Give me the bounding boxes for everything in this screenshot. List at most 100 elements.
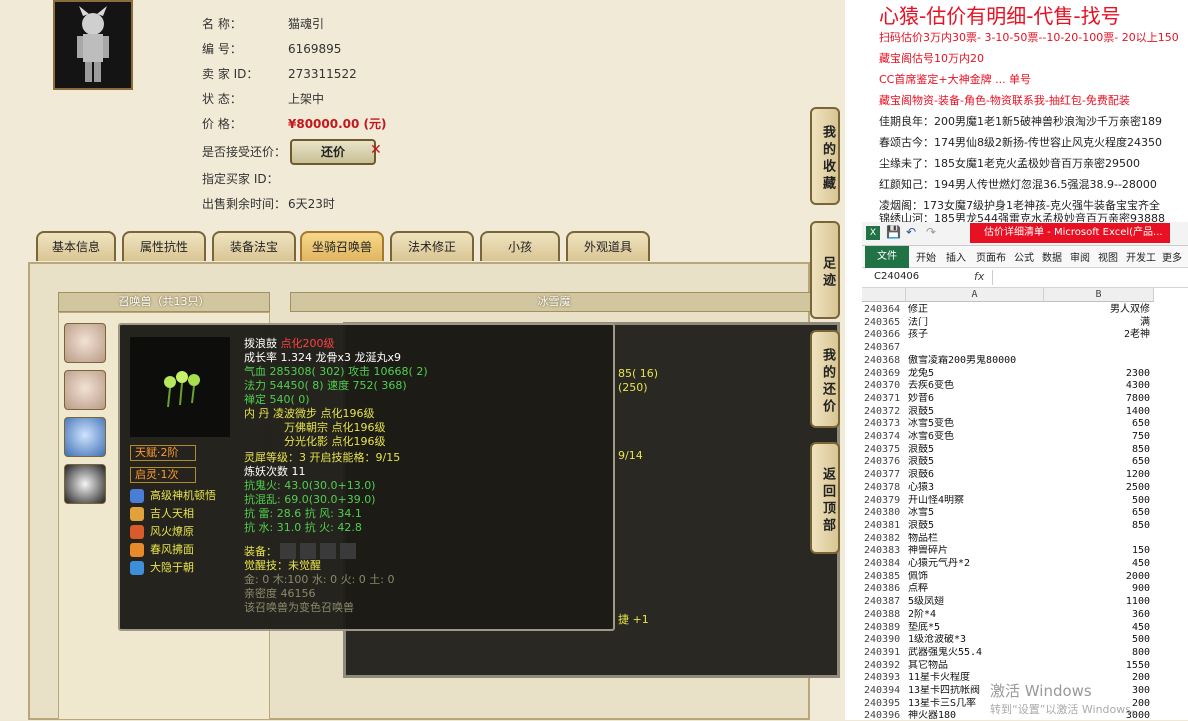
equip-slot[interactable] bbox=[300, 543, 316, 559]
cell-a[interactable]: 心猿元气丹*2 bbox=[908, 558, 1044, 569]
skill-item[interactable]: 春风拂面 bbox=[130, 541, 194, 559]
column-header-b[interactable]: B bbox=[1044, 288, 1154, 302]
name-box[interactable]: C240406 bbox=[874, 271, 919, 282]
cell-b[interactable]: 4300 bbox=[1044, 380, 1150, 391]
cell-b[interactable]: 650 bbox=[1044, 507, 1150, 518]
cell-a[interactable]: 1级沧波破*3 bbox=[908, 634, 1044, 645]
table-row[interactable]: 240367 bbox=[862, 342, 1188, 353]
ribbon-tab-formulas[interactable]: 公式 bbox=[1014, 249, 1034, 264]
side-top-button[interactable]: 返回顶部 bbox=[810, 442, 840, 554]
cell-a[interactable]: 浪鼓5 bbox=[908, 520, 1044, 531]
table-row[interactable]: 240378 心猿3 2500 bbox=[862, 482, 1188, 493]
table-row[interactable]: 240372 浪鼓5 1400 bbox=[862, 406, 1188, 417]
cell-b[interactable]: 800 bbox=[1044, 647, 1150, 658]
ribbon-tab-developer[interactable]: 开发工 bbox=[1126, 249, 1156, 264]
cell-a[interactable]: 龙兔5 bbox=[908, 368, 1044, 379]
cell-b[interactable]: 1100 bbox=[1044, 596, 1150, 607]
cell-b[interactable]: 2500 bbox=[1044, 482, 1150, 493]
cell-b[interactable]: 850 bbox=[1044, 520, 1150, 531]
cell-a[interactable]: 浪鼓5 bbox=[908, 456, 1044, 467]
cell-a[interactable]: 法门 bbox=[908, 317, 1044, 328]
table-row[interactable]: 240376 浪鼓5 650 bbox=[862, 456, 1188, 467]
skill-item[interactable]: 大隐于朝 bbox=[130, 559, 194, 577]
counter-offer-button[interactable]: 还价 bbox=[290, 139, 376, 165]
table-row[interactable]: 240379 开山怪4明察 500 bbox=[862, 495, 1188, 506]
equip-slot[interactable] bbox=[340, 543, 356, 559]
table-row[interactable]: 240365 法门满 bbox=[862, 317, 1188, 328]
ribbon-tab-more[interactable]: 更多 bbox=[1162, 249, 1182, 264]
skill-item[interactable]: 风火燎原 bbox=[130, 523, 194, 541]
cell-b[interactable]: 850 bbox=[1044, 444, 1150, 455]
table-row[interactable]: 240381 浪鼓5 850 bbox=[862, 520, 1188, 531]
cell-a[interactable]: 冰雪5 bbox=[908, 507, 1044, 518]
side-offers-button[interactable]: 我的还价 bbox=[810, 330, 840, 428]
tab-appearance[interactable]: 外观道具 bbox=[566, 231, 650, 261]
equip-slot[interactable] bbox=[280, 543, 296, 559]
cell-b[interactable]: 2300 bbox=[1044, 368, 1150, 379]
cell-b[interactable]: 1200 bbox=[1044, 469, 1150, 480]
formula-input[interactable] bbox=[992, 270, 1182, 285]
table-row[interactable]: 240366 孩子 2老神 bbox=[862, 329, 1188, 340]
side-footprint-button[interactable]: 足迹 bbox=[810, 221, 840, 319]
cell-b[interactable]: 2老神 bbox=[1044, 329, 1150, 340]
ribbon-tab-file[interactable]: 文件 bbox=[865, 246, 909, 268]
table-row[interactable]: 240390 1级沧波破*3 500 bbox=[862, 634, 1188, 645]
cell-a[interactable]: 神兽碎片 bbox=[908, 545, 1044, 556]
table-row[interactable]: 240388 2阶*4 360 bbox=[862, 609, 1188, 620]
table-row[interactable]: 240389 垫底*5 450 bbox=[862, 622, 1188, 633]
cell-b[interactable]: 450 bbox=[1044, 558, 1150, 569]
cell-b[interactable]: 1400 bbox=[1044, 406, 1150, 417]
cell-b[interactable]: 360 bbox=[1044, 609, 1150, 620]
cell-b[interactable]: 男人双修 bbox=[1044, 304, 1150, 315]
cell-b[interactable]: 满 bbox=[1044, 317, 1150, 328]
cell-b[interactable]: 150 bbox=[1044, 545, 1150, 556]
summon-thumb[interactable] bbox=[64, 464, 106, 504]
cell-a[interactable]: 其它物品 bbox=[908, 660, 1044, 671]
table-row[interactable]: 240387 5级凤翅 1100 bbox=[862, 596, 1188, 607]
tab-equipment[interactable]: 装备法宝 bbox=[212, 231, 296, 261]
table-row[interactable]: 240392 其它物品 1550 bbox=[862, 660, 1188, 671]
cell-b[interactable]: 900 bbox=[1044, 583, 1150, 594]
cell-b[interactable]: 750 bbox=[1044, 431, 1150, 442]
table-row[interactable]: 240370 去疾6变色 4300 bbox=[862, 380, 1188, 391]
table-row[interactable]: 240373 冰雪5变色 650 bbox=[862, 418, 1188, 429]
table-row[interactable]: 240385 佩饰 2000 bbox=[862, 571, 1188, 582]
fx-icon[interactable]: fx bbox=[974, 270, 984, 283]
cell-b[interactable]: 650 bbox=[1044, 418, 1150, 429]
save-icon[interactable]: 💾 bbox=[886, 225, 901, 239]
cell-a[interactable]: 冰雪5变色 bbox=[908, 418, 1044, 429]
cell-a[interactable]: 心猿3 bbox=[908, 482, 1044, 493]
cell-a[interactable]: 物品栏 bbox=[908, 533, 1044, 544]
ribbon-tab-data[interactable]: 数据 bbox=[1042, 249, 1062, 264]
cell-a[interactable]: 冰雪6变色 bbox=[908, 431, 1044, 442]
table-row[interactable]: 240364 修正 男人双修 bbox=[862, 304, 1188, 315]
column-header-a[interactable]: A bbox=[906, 288, 1044, 302]
table-row[interactable]: 240386 点粹 900 bbox=[862, 583, 1188, 594]
cell-b[interactable]: 1550 bbox=[1044, 660, 1150, 671]
cell-a[interactable]: 2阶*4 bbox=[908, 609, 1044, 620]
tab-attributes[interactable]: 属性抗性 bbox=[122, 231, 206, 261]
table-row[interactable]: 240384 心猿元气丹*2 450 bbox=[862, 558, 1188, 569]
table-row[interactable]: 240369 龙兔5 2300 bbox=[862, 368, 1188, 379]
table-row[interactable]: 240371 妙音6 7800 bbox=[862, 393, 1188, 404]
table-row[interactable]: 240382 物品栏 bbox=[862, 533, 1188, 544]
cell-a[interactable]: 妙音6 bbox=[908, 393, 1044, 404]
cell-b[interactable]: 500 bbox=[1044, 495, 1150, 506]
ribbon-tab-view[interactable]: 视图 bbox=[1098, 249, 1118, 264]
cell-a[interactable]: 武器强鬼火55.4 bbox=[908, 647, 1044, 658]
cell-a[interactable]: 孩子 bbox=[908, 329, 1044, 340]
summon-thumb[interactable] bbox=[64, 323, 106, 363]
cell-a[interactable]: 点粹 bbox=[908, 583, 1044, 594]
table-row[interactable]: 240368 傲雪凌霜200男鬼80000 bbox=[862, 355, 1188, 366]
cell-b[interactable]: 650 bbox=[1044, 456, 1150, 467]
cell-b[interactable]: 500 bbox=[1044, 634, 1150, 645]
table-row[interactable]: 240383 神兽碎片 150 bbox=[862, 545, 1188, 556]
spreadsheet-grid[interactable]: A B 240364 修正 男人双修 240365 法门满 240366 孩子 2老神 2403… bbox=[862, 288, 1188, 721]
cell-a[interactable]: 开山怪4明察 bbox=[908, 495, 1044, 506]
tab-children[interactable]: 小孩 bbox=[480, 231, 560, 261]
cell-b[interactable]: 2000 bbox=[1044, 571, 1150, 582]
table-row[interactable]: 240374 冰雪6变色 750 bbox=[862, 431, 1188, 442]
cell-b[interactable]: 7800 bbox=[1044, 393, 1150, 404]
ribbon-tab-home[interactable]: 开始 bbox=[916, 249, 936, 264]
cell-a[interactable]: 浪鼓5 bbox=[908, 444, 1044, 455]
